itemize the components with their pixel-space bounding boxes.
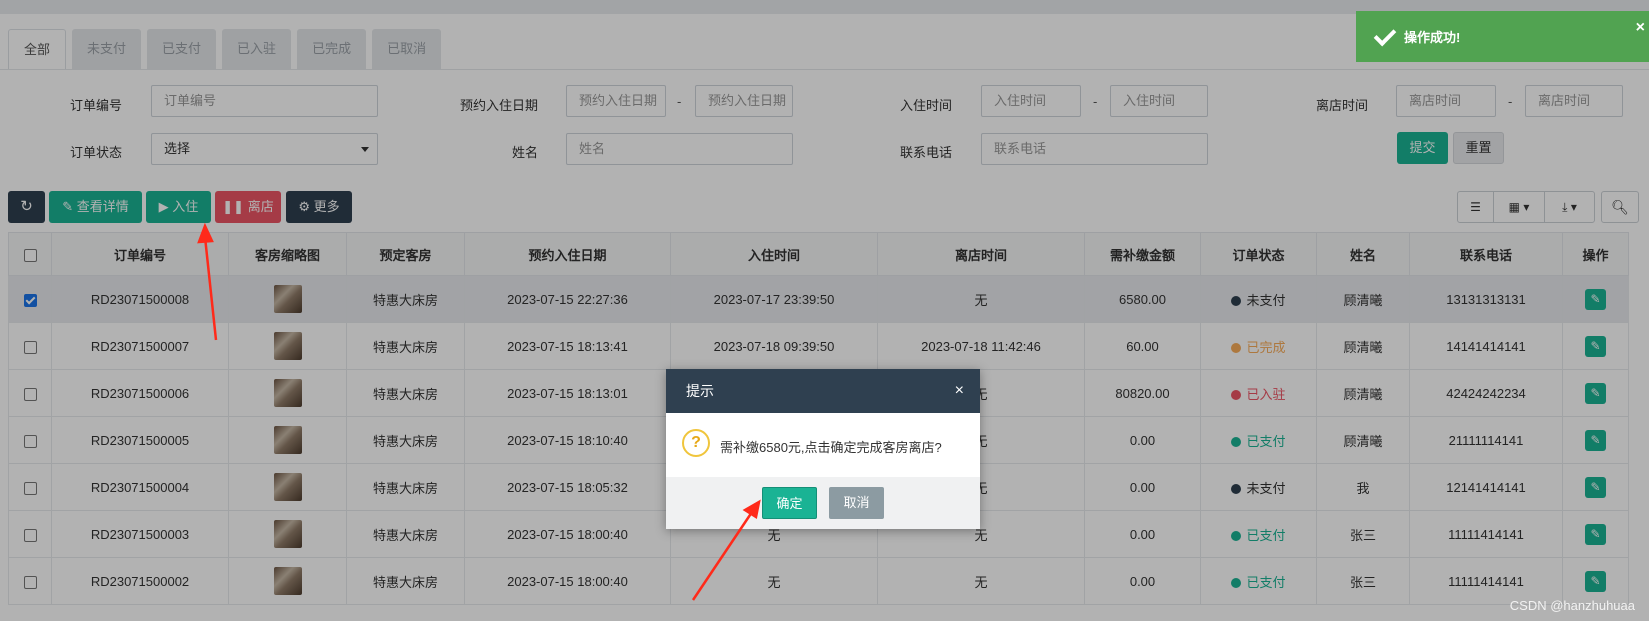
annotation-arrows — [197, 222, 761, 601]
arrow-to-checkout-button — [203, 236, 218, 341]
watermark: CSDN @hanzhuhuaa — [1509, 598, 1635, 613]
arrow-to-confirm-button — [691, 511, 754, 601]
arrow-head — [742, 499, 761, 520]
arrow-head — [197, 222, 214, 244]
